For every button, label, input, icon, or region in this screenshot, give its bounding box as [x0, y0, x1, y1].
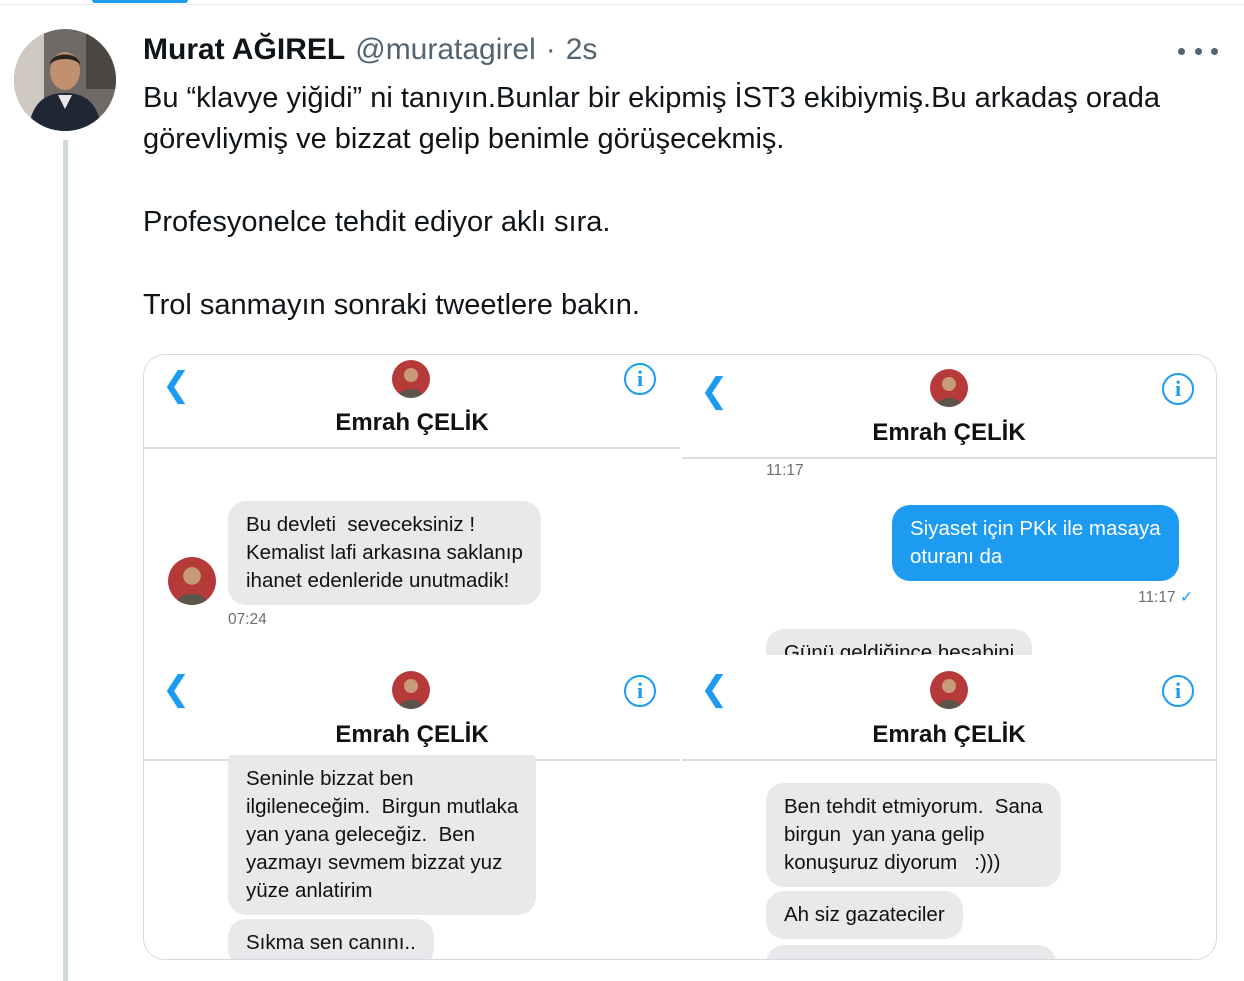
tweet-media[interactable]: ❮ i Emrah ÇELİK Bu devleti seveceksiniz … [143, 354, 1217, 960]
contact-name: Emrah ÇELİK [872, 721, 1026, 748]
chevron-left-icon: ❮ [700, 669, 729, 709]
sent-message-bubble: Siyaset için PKk ile masaya oturanı da [892, 505, 1179, 581]
contact-name: Emrah ÇELİK [335, 409, 489, 436]
tweet-paragraph: Trol sanmayın sonraki tweetlere bakın. [143, 289, 640, 321]
chevron-left-icon: ❮ [162, 365, 191, 405]
dm-screenshot-3[interactable]: ❮ i Emrah ÇELİK Seninle bizzat ben ilgil… [144, 657, 680, 959]
contact-name: Emrah ÇELİK [872, 419, 1026, 446]
contact-avatar [168, 557, 216, 605]
contact-avatar [392, 360, 430, 398]
info-icon: i [624, 363, 656, 395]
dm-screenshot-2[interactable]: ❮ i Emrah ÇELİK 11:17 Siyaset için PKk i… [682, 355, 1216, 655]
tweet-header: Murat AĞIREL @muratagirel · 2s [143, 30, 597, 70]
message-bubble-partial [766, 945, 1056, 959]
divider [144, 447, 680, 449]
tweet-time[interactable]: 2s [566, 33, 598, 67]
info-icon: i [1162, 373, 1194, 405]
contact-avatar [930, 369, 968, 407]
message-bubble: Seninle bizzat ben ilgileneceğim. Birgun… [228, 755, 537, 915]
author-handle[interactable]: @muratagirel [355, 33, 536, 67]
contact-avatar [392, 671, 430, 709]
chevron-left-icon: ❮ [162, 669, 191, 709]
sent-time: 11:17 ✓ [1138, 588, 1193, 607]
check-icon: ✓ [1179, 589, 1193, 606]
divider [682, 759, 1216, 761]
dm-screenshot-1[interactable]: ❮ i Emrah ÇELİK Bu devleti seveceksiniz … [144, 355, 680, 655]
active-tab-indicator [92, 0, 188, 3]
contact-avatar [930, 671, 968, 709]
thread-line [63, 140, 68, 981]
message-bubble: Bu devleti seveceksiniz ! Kemalist lafi … [228, 501, 541, 605]
author-avatar[interactable] [14, 29, 116, 131]
separator-dot: · [545, 33, 556, 66]
more-icon[interactable] [1178, 37, 1218, 65]
info-icon: i [624, 675, 656, 707]
tweet-paragraph: Profesyonelce tehdit ediyor aklı sıra. [143, 206, 611, 238]
message-bubble: Sıkma sen canını.. [228, 919, 434, 959]
message-time: 07:24 [228, 611, 267, 628]
message-bubble: Ben tehdit etmiyorum. Sana birgun yan ya… [766, 783, 1061, 887]
author-name[interactable]: Murat AĞIREL [143, 33, 345, 67]
tweet-text: Bu “klavye yiğidi” ni tanıyın.Bunlar bir… [143, 78, 1203, 326]
chevron-left-icon: ❮ [700, 371, 729, 411]
message-bubble: Ah siz gazateciler [766, 891, 963, 939]
sent-time-text: 11:17 [1138, 589, 1176, 606]
info-icon: i [1162, 675, 1194, 707]
tweet-paragraph: Bu “klavye yiğidi” ni tanıyın.Bunlar bir… [143, 82, 1161, 155]
dm-screenshot-4[interactable]: ❮ i Emrah ÇELİK Ben tehdit etmiyorum. Sa… [682, 657, 1216, 959]
message-time: 11:17 [766, 462, 804, 479]
contact-name: Emrah ÇELİK [335, 721, 489, 748]
message-bubble: Günü geldiğince hesabini [766, 629, 1033, 655]
divider [682, 457, 1216, 459]
